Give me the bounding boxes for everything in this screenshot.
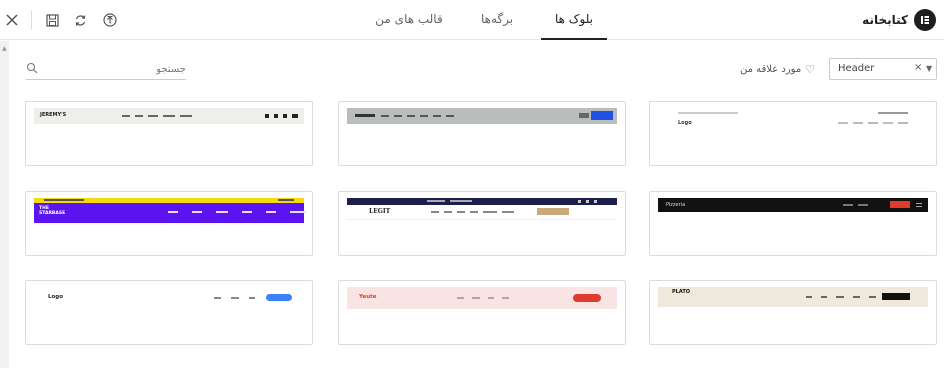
preview-logo: JEREMY'S [40, 112, 67, 118]
header-preview [347, 108, 617, 124]
preview-logo: Logo [48, 294, 63, 300]
template-card[interactable]: LEGIT [338, 191, 626, 256]
template-card[interactable]: JEREMY'S [25, 101, 313, 166]
preview-logo: Pizzeria [666, 202, 686, 208]
category-value: Header [838, 63, 875, 74]
favorites-filter[interactable]: ♡ مورد علاقه من [740, 62, 815, 76]
search-input[interactable] [40, 60, 186, 78]
scrollbar[interactable]: ▲ [0, 41, 9, 368]
header-preview: JEREMY'S [34, 108, 304, 124]
template-card[interactable]: Yeute [338, 280, 626, 345]
preview-logo: Logo [678, 120, 692, 126]
preview-logo: LEGIT [369, 208, 391, 215]
header-preview: Pizzeria [658, 198, 928, 212]
toolbar-divider [31, 10, 32, 30]
preview-logo: PLATO [672, 289, 690, 295]
scroll-up-icon[interactable]: ▲ [2, 45, 7, 52]
clear-icon[interactable]: × [914, 62, 922, 73]
favorites-label: مورد علاقه من [740, 63, 802, 75]
elementor-logo-icon [914, 9, 936, 31]
template-card[interactable]: PLATO [649, 280, 937, 345]
upload-icon[interactable] [100, 10, 120, 30]
template-card[interactable] [338, 101, 626, 166]
save-icon[interactable] [42, 10, 62, 30]
template-card[interactable]: Logo [649, 101, 937, 166]
tab-my-templates[interactable]: قالب های من [374, 0, 444, 40]
header-preview [347, 198, 617, 205]
preview-logo: THE STARBASE [39, 206, 66, 216]
search-field [26, 58, 186, 80]
sync-icon[interactable] [70, 10, 90, 30]
search-icon [26, 62, 38, 74]
header-preview: PLATO [658, 287, 928, 307]
heart-icon: ♡ [805, 62, 816, 76]
template-card[interactable]: THE STARBASE [25, 191, 313, 256]
preview-logo: Yeute [359, 294, 377, 300]
tab-blocks[interactable]: بلوک ها [541, 0, 607, 40]
template-card[interactable]: Pizzeria [649, 191, 937, 256]
header-preview: Logo [658, 108, 928, 130]
tab-pages[interactable]: برگه‌ها [472, 0, 522, 40]
header-preview: Logo [34, 287, 304, 309]
library-title: کتابخانه [862, 13, 908, 27]
chevron-down-icon[interactable]: ▼ [926, 64, 932, 73]
library-brand: کتابخانه [862, 8, 936, 32]
library-header: قالب های من برگه‌ها بلوک ها کتابخانه [0, 0, 944, 40]
category-select[interactable]: Header × ▼ [829, 58, 937, 80]
close-icon[interactable] [2, 10, 22, 30]
header-preview: Yeute [347, 287, 617, 309]
template-card[interactable]: Logo [25, 280, 313, 345]
